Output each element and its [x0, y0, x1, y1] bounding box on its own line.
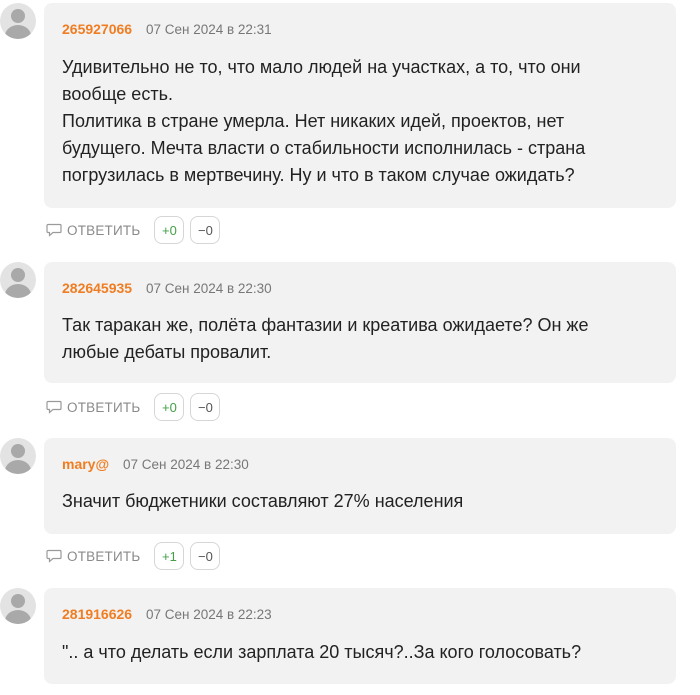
comment-text-line: Политика в стране умерла. Нет никаких ид…: [62, 111, 565, 131]
avatar-shoulders-shape: [5, 460, 31, 474]
reply-label: ОТВЕТИТЬ: [67, 399, 141, 415]
comment-author[interactable]: 281916626: [62, 606, 132, 622]
comment-meta: 265927066 07 Сен 2024 в 22:31: [62, 21, 272, 37]
avatar[interactable]: [0, 3, 36, 39]
comment-text-line: любые дебаты провалит.: [62, 342, 272, 362]
comment-author[interactable]: 282645935: [62, 280, 132, 296]
comment-text-line: Так таракан же, полёта фантазии и креати…: [62, 315, 589, 335]
downvote-button[interactable]: −0: [190, 393, 221, 421]
avatar-shoulders-shape: [5, 25, 31, 39]
avatar-shoulders-shape: [5, 284, 31, 298]
comment-meta: mary@ 07 Сен 2024 в 22:30: [62, 456, 249, 472]
comment-author[interactable]: mary@: [62, 456, 109, 472]
comment-text: Значит бюджетники составляют 27% населен…: [62, 488, 658, 515]
comment-text: ".. а что делать если зарплата 20 тысяч?…: [62, 639, 658, 666]
avatar-head-shape: [11, 268, 25, 282]
reply-label: ОТВЕТИТЬ: [67, 548, 141, 564]
comment-text-line: будущего. Мечта власти о стабильности ис…: [62, 138, 586, 158]
speech-bubble-icon: [46, 400, 62, 414]
comment-text-line: Удивительно не то, что мало людей на уча…: [62, 57, 581, 77]
comment-actions: ОТВЕТИТЬ +1 −0: [46, 542, 221, 570]
speech-bubble-icon: [46, 223, 62, 237]
comment-date: 07 Сен 2024 в 22:30: [123, 457, 249, 472]
downvote-button[interactable]: −0: [190, 216, 221, 244]
comment-text-line: Значит бюджетники составляют 27% населен…: [62, 491, 464, 511]
avatar-head-shape: [11, 444, 25, 458]
comment-bubble: 265927066 07 Сен 2024 в 22:31 Удивительн…: [44, 3, 676, 208]
avatar-head-shape: [11, 9, 25, 23]
reply-button[interactable]: ОТВЕТИТЬ: [46, 400, 140, 415]
speech-bubble-icon: [46, 549, 62, 563]
comment-date: 07 Сен 2024 в 22:23: [145, 607, 272, 622]
comment-bubble: 282645935 07 Сен 2024 в 22:30 Так тарака…: [44, 262, 676, 383]
avatar-shoulders-shape: [5, 610, 31, 624]
comment-date: 07 Сен 2024 в 22:31: [145, 22, 272, 37]
comment-bubble: mary@ 07 Сен 2024 в 22:30 Значит бюджетн…: [44, 438, 676, 534]
avatar-head-shape: [11, 594, 25, 608]
comment-text-line: погрузилась в мертвечину. Ну и что в так…: [62, 165, 575, 185]
reply-label: ОТВЕТИТЬ: [67, 222, 141, 238]
comment-author[interactable]: 265927066: [62, 21, 132, 37]
comment-bubble: 281916626 07 Сен 2024 в 22:23 ".. а что …: [44, 588, 676, 684]
avatar[interactable]: [0, 588, 36, 624]
comment-text-line: ".. а что делать если зарплата 20 тысяч?…: [62, 642, 582, 662]
reply-button[interactable]: ОТВЕТИТЬ: [46, 223, 140, 238]
reply-button[interactable]: ОТВЕТИТЬ: [46, 549, 140, 564]
comment-meta: 282645935 07 Сен 2024 в 22:30: [62, 280, 272, 296]
comment-meta: 281916626 07 Сен 2024 в 22:23: [62, 606, 272, 622]
avatar[interactable]: [0, 262, 36, 298]
comment-actions: ОТВЕТИТЬ +0 −0: [46, 216, 221, 244]
downvote-button[interactable]: −0: [190, 542, 221, 570]
upvote-button[interactable]: +0: [154, 216, 185, 244]
comment-text: Так таракан же, полёта фантазии и креати…: [62, 312, 658, 366]
comment-text: Удивительно не то, что мало людей на уча…: [62, 54, 658, 189]
upvote-button[interactable]: +1: [154, 542, 185, 570]
upvote-button[interactable]: +0: [154, 393, 185, 421]
comment-text-line: вообще есть.: [62, 84, 173, 104]
comment-date: 07 Сен 2024 в 22:30: [145, 281, 272, 296]
avatar[interactable]: [0, 438, 36, 474]
comment-actions: ОТВЕТИТЬ +0 −0: [46, 393, 221, 421]
